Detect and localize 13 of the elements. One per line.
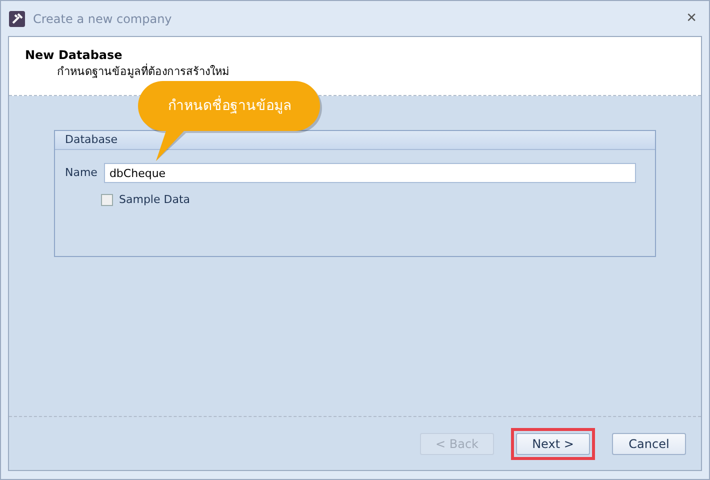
- app-icon: [9, 10, 25, 26]
- sample-data-checkbox[interactable]: [101, 194, 113, 206]
- close-button[interactable]: ✕: [682, 8, 701, 28]
- sample-data-label: Sample Data: [119, 192, 190, 208]
- name-label: Name: [65, 164, 98, 181]
- window-title: Create a new company: [33, 10, 172, 28]
- group-title: Database: [65, 132, 118, 148]
- name-field[interactable]: dbCheque: [104, 163, 636, 183]
- wizard-button[interactable]: Cancel: [612, 432, 686, 454]
- header-title: New Database: [25, 47, 124, 64]
- callout-text: กำหนดชื่อฐานข้อมูล: [168, 96, 292, 116]
- header-subtitle: กำหนดฐานข้อมูลที่ต้องการสร้างใหม่: [56, 64, 230, 80]
- wizard-button[interactable]: Next >: [516, 432, 590, 454]
